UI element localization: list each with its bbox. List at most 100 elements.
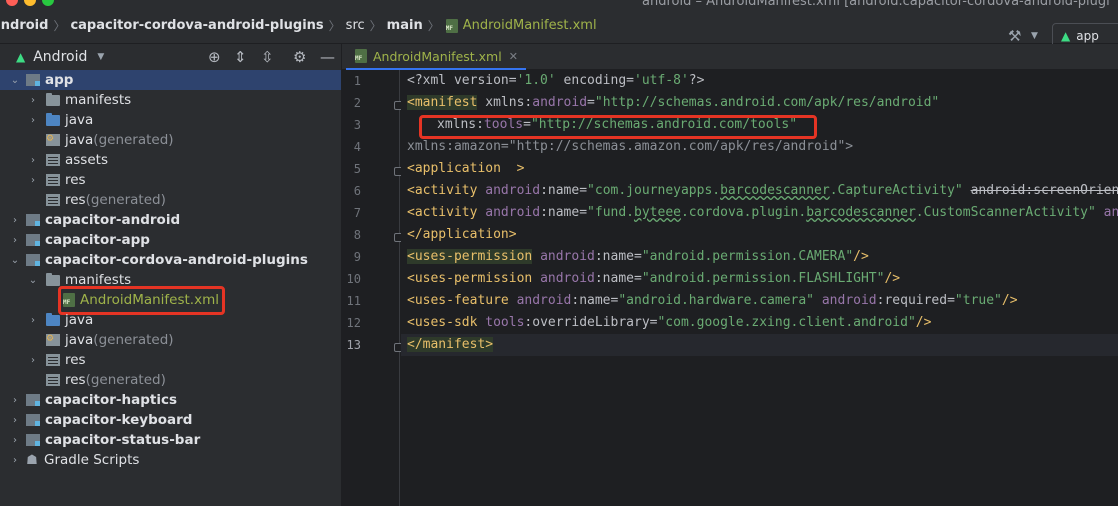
chevron-right-icon[interactable]: › (8, 435, 22, 446)
line-number: 13 (346, 338, 361, 352)
code-editor[interactable]: <?xml version='1.0' encoding='utf-8'?> <… (401, 70, 1118, 506)
editor-tab-bar: AndroidManifest.xml ✕ (342, 44, 1118, 70)
breadcrumb-item-project[interactable]: android (0, 18, 48, 33)
line-number: 9 (353, 250, 361, 264)
tree-item-app[interactable]: ⌄ app (0, 70, 341, 90)
gear-icon[interactable]: ⚙ (293, 48, 306, 66)
line-number-gutter: 1 2 3 4 5 6 7 8 9 10 11 12 13 (342, 70, 403, 506)
expand-all-icon[interactable]: ⇕ (234, 48, 247, 66)
tree-item-java[interactable]: › java (0, 110, 341, 130)
tree-item-label: assets (65, 152, 108, 168)
current-line-highlight (401, 334, 1118, 356)
tree-item-capacitor-app[interactable]: › capacitor-app (0, 230, 341, 250)
line-number: 12 (346, 316, 361, 330)
minimize-window-button[interactable] (24, 0, 36, 6)
chevron-down-icon[interactable]: ▼ (1031, 31, 1038, 41)
android-icon: ▲ (16, 50, 26, 64)
tree-item-java-generated[interactable]: java (generated) (0, 130, 341, 150)
manifest-file-icon (445, 18, 459, 33)
chevron-right-icon: 〉 (369, 19, 382, 33)
project-view-selector[interactable]: ▲ Android ▼ (16, 49, 104, 65)
chevron-down-icon[interactable]: ⌄ (26, 275, 40, 286)
tree-item-assets[interactable]: › assets (0, 150, 341, 170)
code-line-8: </application> (407, 227, 517, 242)
tree-item-label: capacitor-app (45, 232, 150, 248)
window-title: android – AndroidManifest.xml [android.c… (642, 0, 1110, 8)
chevron-right-icon: 〉 (328, 19, 341, 33)
code-line-9: <uses-permission android:name="android.p… (407, 249, 869, 264)
tree-item-manifests[interactable]: › manifests (0, 90, 341, 110)
run-configuration-label: app (1076, 29, 1099, 43)
tree-item-suffix: (generated) (85, 192, 166, 208)
tree-item-label: capacitor-status-bar (45, 432, 201, 448)
line-number: 6 (353, 184, 361, 198)
tab-androidmanifest-xml[interactable]: AndroidManifest.xml ✕ (346, 44, 526, 70)
source-folder-icon (46, 112, 60, 126)
module-icon (26, 254, 40, 266)
project-tree: ⌄ app › manifests › java java (generated… (0, 70, 341, 506)
code-line-5: <application > (407, 161, 525, 176)
breadcrumb: android 〉 capacitor-cordova-android-plug… (0, 17, 597, 34)
line-number: 3 (353, 118, 361, 132)
module-icon (26, 414, 40, 426)
line-number: 1 (353, 74, 361, 88)
code-line-13: </manifest> (407, 337, 494, 352)
chevron-right-icon[interactable]: › (8, 455, 22, 466)
line-number: 5 (353, 162, 361, 176)
breadcrumb-item-main[interactable]: main (387, 18, 423, 33)
tree-item-label: capacitor-cordova-android-plugins (45, 252, 308, 268)
locate-file-icon[interactable]: ⊕ (208, 48, 221, 66)
tree-item-gradle-scripts[interactable]: › ☗ Gradle Scripts (0, 450, 341, 470)
code-line-7: <activity android:name="fund.byteee.cord… (407, 205, 1118, 220)
hide-panel-icon[interactable]: — (320, 48, 335, 66)
tree-item-capacitor-keyboard[interactable]: › capacitor-keyboard (0, 410, 341, 430)
tree-item-java[interactable]: › java (0, 310, 341, 330)
breadcrumb-item-src[interactable]: src (346, 18, 365, 33)
tree-item-java-generated[interactable]: java (generated) (0, 330, 341, 350)
tree-item-label: res (65, 372, 86, 388)
chevron-right-icon[interactable]: › (8, 215, 22, 226)
tree-item-res[interactable]: › res (0, 170, 341, 190)
tree-item-capacitor-status-bar[interactable]: › capacitor-status-bar (0, 430, 341, 450)
breadcrumb-item-file[interactable]: AndroidManifest.xml (463, 18, 597, 33)
tree-item-res-generated[interactable]: res (generated) (0, 190, 341, 210)
tree-item-label: java (65, 312, 94, 328)
tree-item-suffix: (generated) (85, 372, 166, 388)
project-panel-header: ▲ Android ▼ ⊕ ⇕ ⇳ ⚙ — (0, 44, 341, 70)
chevron-right-icon[interactable]: › (26, 315, 40, 326)
assets-folder-icon (46, 154, 60, 166)
tree-item-label: capacitor-haptics (45, 392, 178, 408)
tab-label: AndroidManifest.xml (373, 48, 502, 64)
tree-item-label: manifests (65, 92, 132, 108)
breadcrumb-item-module[interactable]: capacitor-cordova-android-plugins (70, 18, 323, 33)
close-window-button[interactable] (6, 0, 18, 6)
build-hammer-icon[interactable]: ⚒ (1008, 27, 1021, 45)
module-icon (26, 234, 40, 246)
folder-icon (46, 92, 60, 106)
chevron-right-icon[interactable]: › (26, 115, 40, 126)
tree-item-capacitor-cordova-android-plugins[interactable]: ⌄ capacitor-cordova-android-plugins (0, 250, 341, 270)
generated-folder-icon (46, 134, 60, 146)
chevron-right-icon[interactable]: › (26, 155, 40, 166)
chevron-down-icon[interactable]: ⌄ (8, 75, 22, 86)
android-icon: ▲ (1061, 29, 1071, 43)
close-icon[interactable]: ✕ (509, 50, 518, 63)
tree-item-res[interactable]: › res (0, 350, 341, 370)
tree-item-label: Gradle Scripts (44, 452, 140, 468)
chevron-right-icon[interactable]: › (26, 175, 40, 186)
chevron-right-icon[interactable]: › (26, 355, 40, 366)
chevron-right-icon[interactable]: › (8, 235, 22, 246)
chevron-right-icon[interactable]: › (26, 95, 40, 106)
chevron-down-icon[interactable]: ⌄ (8, 255, 22, 266)
chevron-right-icon[interactable]: › (8, 415, 22, 426)
code-line-4: xmlns:amazon="http://schemas.amazon.com/… (407, 139, 854, 154)
tree-item-capacitor-android[interactable]: › capacitor-android (0, 210, 341, 230)
zoom-window-button[interactable] (42, 0, 54, 6)
tree-item-capacitor-haptics[interactable]: › capacitor-haptics (0, 390, 341, 410)
line-number: 2 (353, 96, 361, 110)
tree-item-res-generated[interactable]: res (generated) (0, 370, 341, 390)
tree-item-label: app (45, 72, 74, 88)
chevron-right-icon[interactable]: › (8, 395, 22, 406)
module-icon (26, 74, 40, 86)
collapse-all-icon[interactable]: ⇳ (261, 48, 274, 66)
